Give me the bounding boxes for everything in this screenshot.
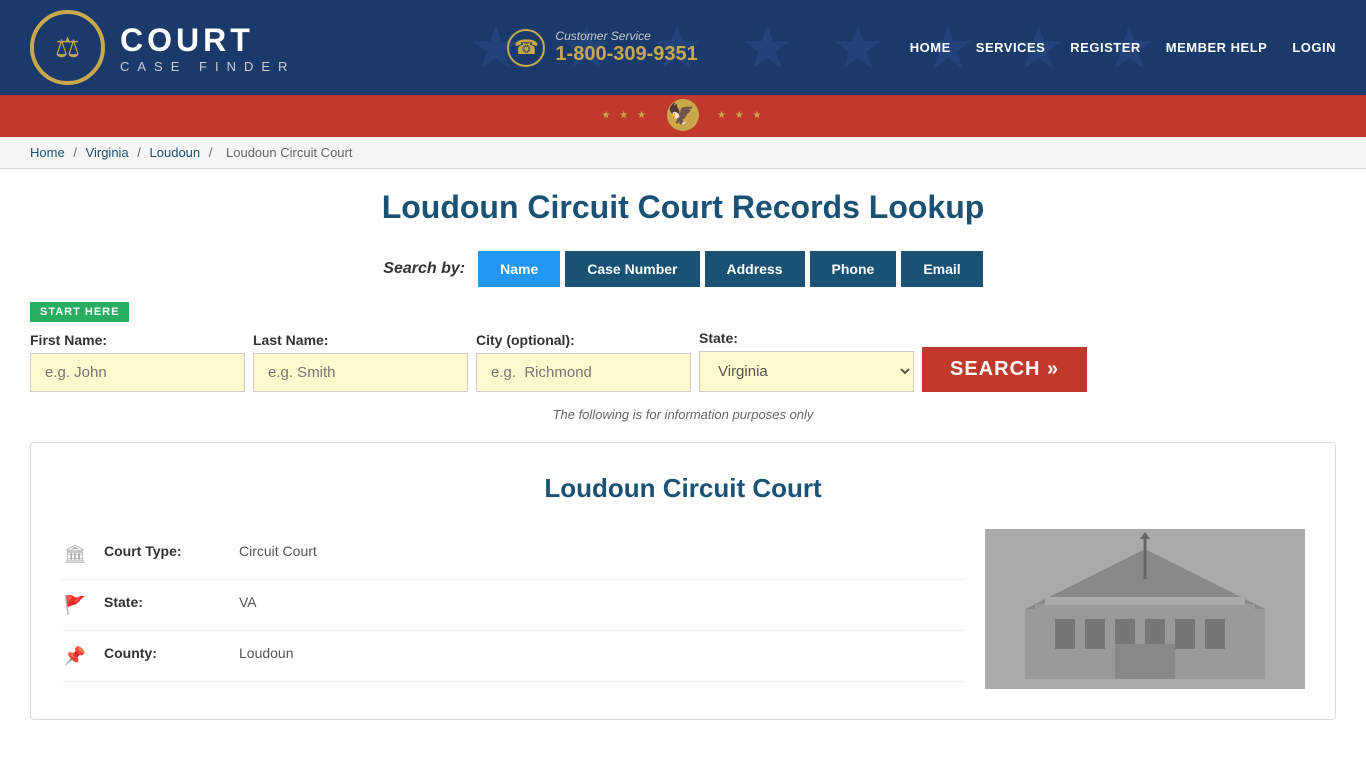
county-icon: 📌 xyxy=(61,646,89,667)
nav-login[interactable]: LOGIN xyxy=(1292,40,1336,55)
cs-label: Customer Service xyxy=(555,29,697,43)
first-name-label: First Name: xyxy=(30,332,245,348)
city-group: City (optional): xyxy=(476,332,691,392)
info-notice: The following is for information purpose… xyxy=(30,407,1336,422)
state-icon: 🚩 xyxy=(61,595,89,616)
site-tagline: CASE FINDER xyxy=(120,59,295,75)
eagle-icon: 🦅 xyxy=(667,99,699,131)
breadcrumb-virginia[interactable]: Virginia xyxy=(86,145,129,160)
court-card: Loudoun Circuit Court 🏛 Court Type: Circ… xyxy=(30,442,1336,720)
search-button[interactable]: SEARCH » xyxy=(922,347,1087,392)
nav-home[interactable]: HOME xyxy=(910,40,951,55)
court-detail-type: 🏛 Court Type: Circuit Court xyxy=(61,529,965,580)
court-detail-state: 🚩 State: VA xyxy=(61,580,965,631)
search-by-row: Search by: Name Case Number Address Phon… xyxy=(30,251,1336,287)
search-by-label: Search by: xyxy=(383,260,465,278)
breadcrumb-sep-2: / xyxy=(137,145,144,160)
tab-case-number[interactable]: Case Number xyxy=(565,251,699,287)
state-select[interactable]: Virginia xyxy=(699,351,914,392)
site-name: COURT xyxy=(120,21,295,59)
court-type-label: Court Type: xyxy=(104,543,224,559)
breadcrumb: Home / Virginia / Loudoun / Loudoun Circ… xyxy=(0,137,1366,169)
nav-member-help[interactable]: MEMBER HELP xyxy=(1166,40,1268,55)
site-header: ★ ★ ★ ★ ★ ★ ★ ★ ⚖ COURT CASE FINDER ☎ Cu… xyxy=(0,0,1366,95)
court-card-title: Loudoun Circuit Court xyxy=(61,473,1305,504)
court-building-illustration xyxy=(985,529,1305,689)
last-name-group: Last Name: xyxy=(253,332,468,392)
court-detail-county: 📌 County: Loudoun xyxy=(61,631,965,682)
last-name-input[interactable] xyxy=(253,353,468,392)
city-input[interactable] xyxy=(476,353,691,392)
logo-badge: ⚖ xyxy=(30,10,105,85)
first-name-group: First Name: xyxy=(30,332,245,392)
court-details: 🏛 Court Type: Circuit Court 🚩 State: VA … xyxy=(61,529,965,689)
main-content: Loudoun Circuit Court Records Lookup Sea… xyxy=(0,169,1366,750)
tab-name[interactable]: Name xyxy=(478,251,560,287)
city-label: City (optional): xyxy=(476,332,691,348)
breadcrumb-loudoun[interactable]: Loudoun xyxy=(150,145,201,160)
form-area: START HERE First Name: Last Name: City (… xyxy=(30,302,1336,392)
state-group: State: Virginia xyxy=(699,330,914,392)
state-label: State: xyxy=(699,330,914,346)
court-image xyxy=(985,529,1305,689)
nav-register[interactable]: REGISTER xyxy=(1070,40,1140,55)
customer-service: ☎ Customer Service 1-800-309-9351 xyxy=(507,29,697,67)
first-name-input[interactable] xyxy=(30,353,245,392)
breadcrumb-sep-1: / xyxy=(73,145,80,160)
county-value: Loudoun xyxy=(239,645,294,661)
nav-services[interactable]: SERVICES xyxy=(976,40,1046,55)
breadcrumb-home[interactable]: Home xyxy=(30,145,65,160)
start-here-badge: START HERE xyxy=(30,302,129,322)
state-detail-value: VA xyxy=(239,594,257,610)
main-nav: HOME SERVICES REGISTER MEMBER HELP LOGIN xyxy=(910,40,1336,55)
court-type-icon: 🏛 xyxy=(61,544,89,565)
page-title: Loudoun Circuit Court Records Lookup xyxy=(30,189,1336,226)
logo-symbol: ⚖ xyxy=(55,31,80,64)
search-form: First Name: Last Name: City (optional): … xyxy=(30,330,1336,392)
tab-phone[interactable]: Phone xyxy=(810,251,897,287)
tab-email[interactable]: Email xyxy=(901,251,982,287)
court-type-value: Circuit Court xyxy=(239,543,317,559)
cs-phone: 1-800-309-9351 xyxy=(555,43,697,66)
phone-icon: ☎ xyxy=(507,29,545,67)
search-container: Search by: Name Case Number Address Phon… xyxy=(30,251,1336,422)
logo-text: COURT CASE FINDER xyxy=(120,21,295,75)
cs-text: Customer Service 1-800-309-9351 xyxy=(555,29,697,66)
breadcrumb-sep-3: / xyxy=(209,145,216,160)
last-name-label: Last Name: xyxy=(253,332,468,348)
state-detail-label: State: xyxy=(104,594,224,610)
logo-area: ⚖ COURT CASE FINDER xyxy=(30,10,295,85)
tab-address[interactable]: Address xyxy=(705,251,805,287)
county-label: County: xyxy=(104,645,224,661)
breadcrumb-current: Loudoun Circuit Court xyxy=(226,145,352,160)
court-info-layout: 🏛 Court Type: Circuit Court 🚩 State: VA … xyxy=(61,529,1305,689)
ribbon-area: 🦅 xyxy=(0,95,1366,137)
